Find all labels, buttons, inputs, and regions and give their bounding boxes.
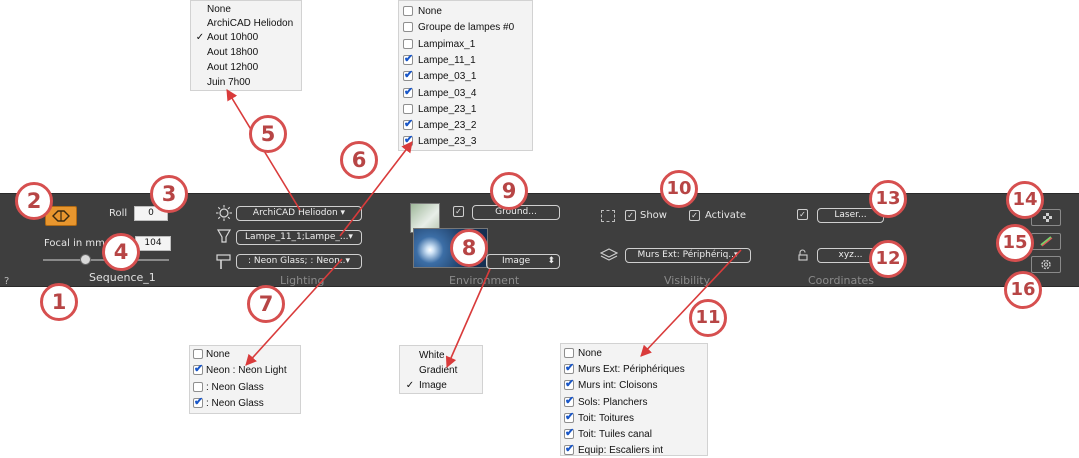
- callout-15: 15: [996, 224, 1034, 262]
- callout-10: 10: [660, 170, 698, 208]
- callout-5: 5: [249, 115, 287, 153]
- callout-16: 16: [1004, 271, 1042, 309]
- callout-1: 1: [40, 283, 78, 321]
- callout-9: 9: [490, 172, 528, 210]
- callout-11: 11: [689, 299, 727, 337]
- callout-13: 13: [869, 180, 907, 218]
- callout-14: 14: [1006, 181, 1044, 219]
- callout-8: 8: [450, 229, 488, 267]
- callout-6: 6: [340, 141, 378, 179]
- callout-7: 7: [247, 285, 285, 323]
- callout-3: 3: [150, 175, 188, 213]
- callout-2: 2: [15, 182, 53, 220]
- arrow-8: [445, 268, 491, 369]
- callout-12: 12: [869, 240, 907, 278]
- arrow-11: [640, 249, 742, 357]
- arrows-overlay: [226, 89, 742, 369]
- callout-4: 4: [102, 233, 140, 271]
